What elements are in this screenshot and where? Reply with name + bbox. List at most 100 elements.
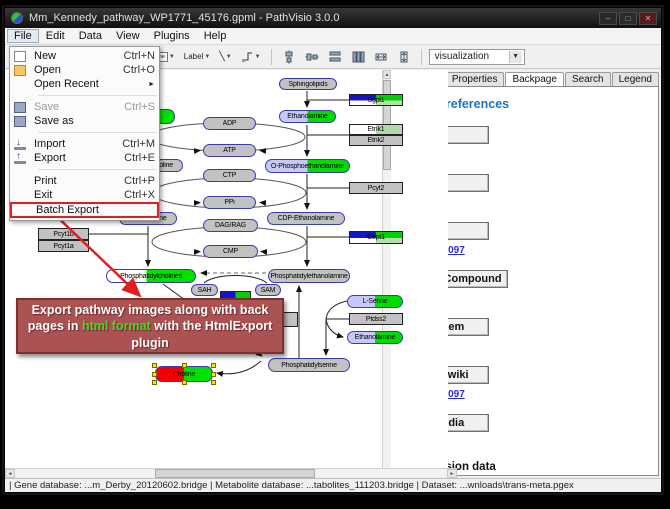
pathway-node-etnk1[interactable]: Etnk1 (349, 124, 403, 135)
menu-plugins[interactable]: Plugins (147, 29, 197, 43)
tab-backpage[interactable]: Backpage (505, 72, 563, 86)
node-label: ATP (223, 147, 236, 154)
pathvisio-window: Mm_Kennedy_pathway_WP1771_45176.gpml - P… (4, 7, 662, 493)
stack-vertical-icon[interactable] (325, 48, 345, 66)
annotation-callout: Export pathway images along with back pa… (16, 298, 284, 354)
selection-handle[interactable] (152, 372, 157, 377)
pathway-node-phosphatidylcholines[interactable]: Phosphatidylcholines (106, 269, 196, 283)
pathway-node-cmp[interactable]: CMP (203, 245, 258, 258)
pathway-node-phosphatidylethanolamine[interactable]: Phosphatidylethanolamine (268, 269, 350, 283)
file-menu-item-open[interactable]: OpenCtrl+O (10, 63, 159, 77)
pathway-node-etnk2[interactable]: Etnk2 (349, 135, 403, 146)
save-as-icon (14, 116, 26, 127)
node-label: SAM (261, 287, 276, 294)
selection-handle[interactable] (211, 372, 216, 377)
file-menu-item-batch-export[interactable]: Batch Export (10, 202, 159, 218)
pathway-node-adp[interactable]: ADP (203, 117, 256, 130)
pathway-node-dag-rag[interactable]: DAG/RAG (203, 219, 258, 232)
node-label: Phosphatidylethanolamine (270, 273, 347, 280)
pathway-node-cept1[interactable]: Cept1 (349, 231, 403, 244)
menu-edit[interactable]: Edit (39, 29, 72, 43)
pathway-node-sgpl1[interactable]: Sgpl1 (349, 94, 403, 106)
file-menu-item-import[interactable]: ImportCtrl+M (10, 137, 159, 151)
tab-legend[interactable]: Legend (612, 72, 659, 86)
selection-handle[interactable] (152, 363, 157, 368)
file-menu-item-export[interactable]: ExportCtrl+E (10, 151, 159, 165)
selection-handle[interactable] (182, 380, 187, 385)
file-menu-item-open-recent[interactable]: Open Recent► (10, 77, 159, 91)
pathway-node-pcyt1a[interactable]: Pcyt1a (38, 240, 89, 252)
window-title: Mm_Kennedy_pathway_WP1771_45176.gpml - P… (29, 12, 339, 24)
file-menu-item-save[interactable]: SaveCtrl+S (10, 100, 159, 114)
file-menu-item-save-as[interactable]: Save as (10, 114, 159, 128)
maximize-button[interactable]: □ (619, 12, 637, 25)
node-label: Pcyt1b (53, 231, 73, 238)
pathway-node-pcyt2[interactable]: Pcyt2 (349, 182, 403, 194)
menu-data[interactable]: Data (72, 29, 109, 43)
common-height-icon[interactable] (394, 48, 414, 66)
pathway-node-sah[interactable]: SAH (191, 284, 218, 296)
pathway-node-ethanolamine[interactable]: Ethanolamine (279, 110, 336, 123)
label-tool-button[interactable]: Label▼ (181, 48, 214, 66)
menu-item-label: Batch Export (36, 204, 99, 216)
highlighted-text: html format (82, 319, 151, 333)
title-bar: Mm_Kennedy_pathway_WP1771_45176.gpml - P… (5, 8, 661, 28)
menu-file[interactable]: File (7, 29, 39, 43)
stack-horizontal-icon[interactable] (348, 48, 368, 66)
scrollbar-thumb[interactable] (155, 469, 315, 478)
pathway-node-ethanolamine[interactable]: Ethanolamine (347, 331, 403, 344)
selection-handle[interactable] (152, 380, 157, 385)
node-label: PPi (224, 199, 234, 206)
visualization-combobox[interactable]: visualization ▼ (429, 49, 525, 65)
tab-properties[interactable]: Properties (445, 72, 505, 86)
node-label: CTP (223, 172, 236, 179)
canvas-horizontal-scrollbar[interactable]: ◄ ► (5, 468, 457, 478)
align-center-y-icon[interactable] (302, 48, 322, 66)
menu-view[interactable]: View (109, 29, 147, 43)
file-menu-item-print[interactable]: PrintCtrl+P (10, 174, 159, 188)
app-icon (11, 12, 23, 24)
pathway-node-sam[interactable]: SAM (255, 284, 281, 296)
pathway-node-ctp[interactable]: CTP (203, 169, 256, 182)
pathway-node-ppi[interactable]: PPi (203, 196, 256, 209)
node-label: Ethanolamine (287, 113, 327, 120)
pathway-node-phosphatidylserine[interactable]: Phosphatidylserine (268, 358, 350, 372)
common-width-icon[interactable] (371, 48, 391, 66)
pathway-node-pcyt1b[interactable]: Pcyt1b (38, 228, 89, 240)
selection-handle[interactable] (211, 363, 216, 368)
no-icon (14, 176, 26, 187)
scroll-right-icon[interactable]: ► (447, 469, 457, 478)
menu-help[interactable]: Help (197, 29, 234, 43)
node-label: SAH (198, 287, 212, 294)
menu-separator (38, 128, 157, 133)
pathway-node-choline[interactable]: Choline (155, 366, 213, 382)
node-label: Ptdss2 (366, 316, 386, 323)
node-label: L-Serine (363, 298, 388, 305)
open-folder-icon (14, 65, 26, 76)
minimize-button[interactable]: – (599, 12, 617, 25)
align-center-x-icon[interactable] (279, 48, 299, 66)
new-document-icon (14, 51, 26, 62)
selection-handle[interactable] (182, 363, 187, 368)
pathway-node-sphingolipids[interactable]: Sphingolipids (279, 78, 337, 90)
pathway-node-atp[interactable]: ATP (203, 144, 256, 157)
node-label: CDP-Ethanolamine (278, 215, 335, 222)
pathway-node-ptdss2[interactable]: Ptdss2 (349, 313, 403, 325)
file-menu-item-new[interactable]: NewCtrl+N (10, 49, 159, 63)
menu-item-shortcut: Ctrl+P (124, 175, 155, 187)
pathway-node-cdp-ethanolamine[interactable]: CDP-Ethanolamine (267, 212, 345, 225)
close-button[interactable]: ✕ (639, 12, 657, 25)
pathway-node-o-phosphoethanolamine[interactable]: O-Phosphoethanolamine (265, 159, 350, 173)
menu-item-label: Open (34, 64, 61, 76)
selection-handle[interactable] (211, 380, 216, 385)
node-label: O-Phosphoethanolamine (271, 163, 344, 170)
scroll-left-icon[interactable]: ◄ (5, 469, 15, 478)
chevron-down-icon[interactable]: ▼ (509, 51, 522, 63)
line-tool-button[interactable]: ╲▼ (216, 48, 234, 66)
menu-item-label: Export (34, 152, 66, 164)
tab-search[interactable]: Search (565, 72, 611, 86)
connector-tool-button[interactable]: ▼ (238, 48, 264, 66)
node-label: Sphingolipids (288, 81, 327, 88)
pathway-node-l-serine[interactable]: L-Serine (347, 295, 403, 308)
file-menu-item-exit[interactable]: ExitCtrl+X (10, 188, 159, 202)
